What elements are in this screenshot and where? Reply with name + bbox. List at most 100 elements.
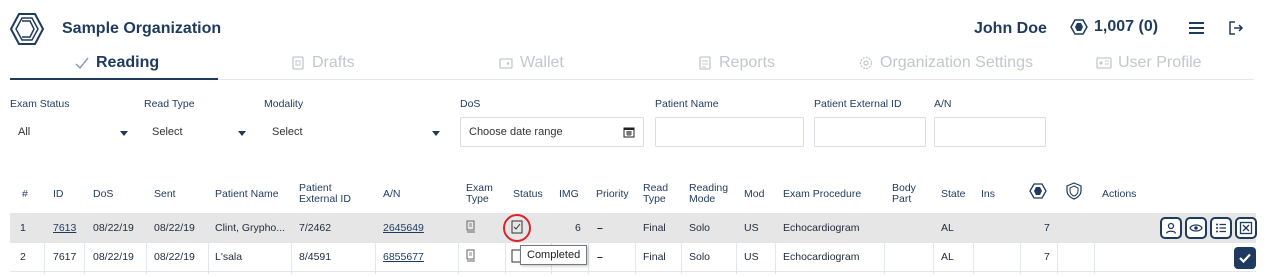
cell-img: 6 [575, 222, 581, 234]
dos-date-range-input[interactable]: Choose date range [460, 117, 644, 147]
patient-name-input[interactable] [655, 117, 804, 147]
header-status[interactable]: Status [513, 189, 543, 200]
view-button[interactable] [1185, 217, 1207, 239]
row-divider [10, 271, 1256, 272]
column-divider [551, 214, 552, 274]
header-read-type-2[interactable]: Type [643, 194, 666, 205]
column-divider [588, 214, 589, 274]
column-divider [681, 214, 682, 274]
header-num: # [22, 188, 28, 200]
cell-an-link[interactable]: 6855677 [383, 251, 424, 263]
cell-id-link[interactable]: 7613 [53, 222, 76, 234]
hamburger-menu-icon[interactable] [1188, 20, 1206, 36]
column-divider [44, 214, 45, 274]
header-exam-type-1[interactable]: Exam [466, 183, 493, 194]
modality-select[interactable]: Select [264, 117, 450, 147]
cell-patient-name: L'sala [215, 251, 243, 263]
header-body-part-2[interactable]: Part [892, 194, 911, 205]
organization-logo-icon[interactable] [10, 12, 44, 46]
header-priority[interactable]: Priority [596, 189, 629, 200]
approve-button[interactable] [1234, 247, 1256, 269]
assign-user-button[interactable] [1160, 217, 1182, 239]
calendar-icon[interactable] [623, 126, 635, 138]
cell-mod: US [744, 251, 759, 263]
header-mod[interactable]: Mod [744, 189, 764, 200]
cell-dos: 08/22/19 [93, 222, 134, 234]
tab-user-profile[interactable]: User Profile [1096, 54, 1202, 72]
cell-reading-mode: Solo [689, 222, 711, 234]
exam-status-label: Exam Status [10, 98, 70, 110]
header-body-part-1[interactable]: Body [892, 183, 916, 194]
cell-id: 7617 [53, 251, 77, 263]
exam-type-icon [466, 220, 475, 233]
modality-label: Modality [264, 98, 304, 110]
cell-reading-mode: Solo [689, 251, 711, 263]
tab-label: Organization Settings [880, 54, 1033, 71]
an-input[interactable] [934, 117, 1046, 147]
drafts-icon [292, 56, 304, 70]
header-patient-external-id-2[interactable]: External ID [299, 194, 351, 205]
logout-icon[interactable] [1228, 20, 1246, 36]
reports-icon [699, 56, 711, 70]
header-img[interactable]: IMG [559, 189, 579, 200]
patient-external-id-input[interactable] [814, 117, 926, 147]
header-ins[interactable]: Ins [981, 189, 995, 200]
cell-dos: 08/22/19 [93, 251, 134, 263]
an-label: A/N [934, 98, 952, 110]
cell-exam-procedure: Echocardiogram [783, 222, 860, 234]
column-divider [1057, 214, 1058, 274]
cell-read-type: Final [643, 222, 666, 234]
cell-priority: – [597, 222, 603, 234]
cell-count: 7 [1044, 222, 1050, 234]
column-divider [775, 214, 776, 274]
read-type-select[interactable]: Select [144, 117, 256, 147]
cell-sent: 08/22/19 [154, 251, 195, 263]
reject-button[interactable] [1235, 217, 1257, 239]
header-exam-type-2[interactable]: Type [466, 194, 489, 205]
organization-name: Sample Organization [62, 20, 222, 37]
column-divider [1094, 214, 1095, 274]
header-reading-mode-2[interactable]: Mode [689, 194, 715, 205]
exam-status-value: All [18, 126, 31, 138]
column-divider [375, 214, 376, 274]
tab-label: User Profile [1118, 54, 1202, 71]
header-an[interactable]: A/N [383, 189, 401, 200]
header-sent[interactable]: Sent [154, 189, 176, 200]
row-divider [10, 213, 1256, 214]
check-icon [75, 57, 89, 70]
header-id[interactable]: ID [53, 189, 64, 200]
row-divider [10, 242, 1256, 243]
tab-reports[interactable]: Reports [697, 54, 775, 72]
read-type-value: Select [152, 126, 183, 138]
highlight-circle [503, 214, 531, 242]
tab-organization-settings[interactable]: Organization Settings [858, 54, 1033, 72]
header-state[interactable]: State [941, 189, 966, 200]
header-actions: Actions [1102, 188, 1137, 200]
cell-read-type: Final [643, 251, 666, 263]
column-divider [973, 214, 974, 274]
table-row[interactable] [10, 214, 1256, 242]
cell-state: AL [941, 222, 954, 234]
cell-an-link[interactable]: 2645649 [383, 222, 424, 234]
tab-reading[interactable]: Reading [74, 54, 159, 72]
column-divider [84, 214, 85, 274]
details-list-button[interactable] [1210, 217, 1232, 239]
column-divider [1020, 214, 1021, 274]
column-divider [635, 214, 636, 274]
header-patient-external-id-1[interactable]: Patient [299, 183, 332, 194]
header-dos[interactable]: DoS [93, 189, 113, 200]
column-divider [291, 214, 292, 274]
table-row[interactable] [10, 243, 1256, 271]
tab-wallet[interactable]: Wallet [498, 54, 564, 72]
user-name[interactable]: John Doe [974, 20, 1047, 38]
header-reading-mode-1[interactable]: Reading [689, 183, 728, 194]
tab-drafts[interactable]: Drafts [290, 54, 355, 72]
exam-status-select[interactable]: All [10, 117, 138, 147]
credits-balance[interactable]: 1,007 (0) [1070, 18, 1158, 36]
header-patient-name[interactable]: Patient Name [215, 189, 279, 200]
header-read-type-1[interactable]: Read [643, 183, 668, 194]
cell-num: 2 [20, 251, 26, 263]
cell-patient-external-id: 7/2462 [299, 222, 332, 234]
active-tab-indicator [10, 78, 218, 80]
header-exam-procedure[interactable]: Exam Procedure [783, 189, 861, 200]
